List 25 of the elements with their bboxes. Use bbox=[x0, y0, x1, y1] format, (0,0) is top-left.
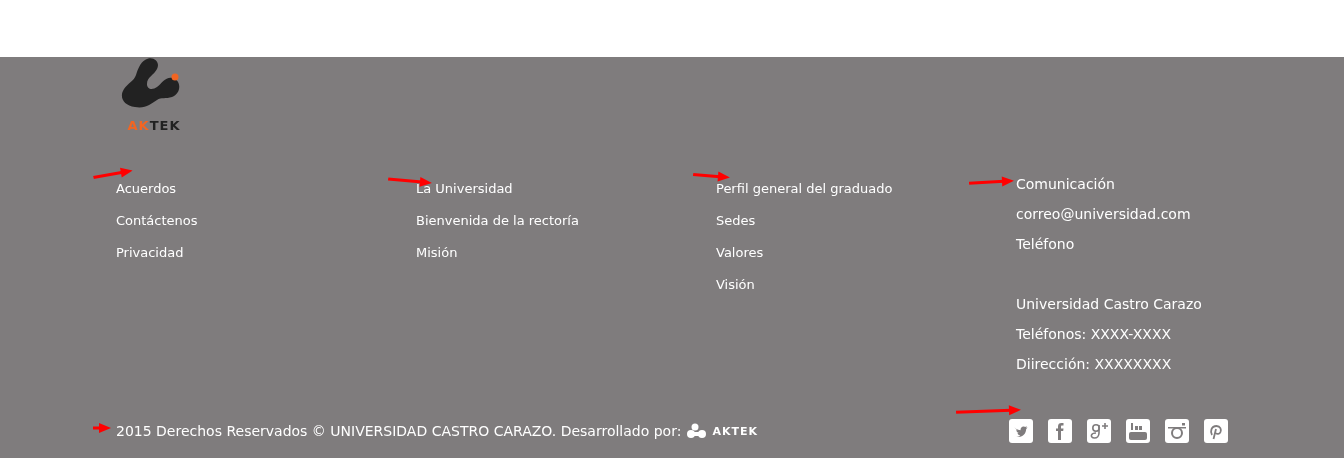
contact-text: Teléfono bbox=[1016, 235, 1076, 254]
contact-text: correo@universidad.com bbox=[1016, 205, 1192, 224]
facebook-icon[interactable] bbox=[1048, 419, 1072, 443]
footer-link[interactable]: Sedes bbox=[716, 205, 756, 237]
footer-link[interactable]: Visión bbox=[716, 269, 755, 301]
footer-link[interactable]: Misión bbox=[416, 237, 458, 269]
footer-link[interactable]: Contáctenos bbox=[116, 205, 198, 237]
contact-text: Comunicación bbox=[1016, 175, 1116, 194]
arrow-icon bbox=[93, 421, 111, 435]
copyright-text: 2015 Derechos Reservados © UNIVERSIDAD CASTRO CARAZO. Desarrollado por: bbox=[116, 423, 682, 439]
contact-text: Teléfonos: XXXX-XXXX bbox=[1016, 325, 1173, 344]
footer-link[interactable]: Perfil general del graduado bbox=[716, 173, 893, 205]
footer-link[interactable]: Acuerdos bbox=[116, 173, 177, 205]
pinterest-icon[interactable] bbox=[1204, 419, 1228, 443]
logo-text: AKTEK bbox=[127, 119, 181, 133]
footer-link[interactable]: La Universidad bbox=[416, 173, 513, 205]
brand-text: AKTEK bbox=[712, 424, 758, 438]
footer-link[interactable]: Bienvenida de la rectoría bbox=[416, 205, 579, 237]
footer-link[interactable]: Valores bbox=[716, 237, 764, 269]
twitter-icon[interactable] bbox=[1009, 419, 1033, 443]
google-plus-icon[interactable] bbox=[1087, 419, 1111, 443]
contact-text: Diirección: XXXXXXXX bbox=[1016, 355, 1173, 374]
camera-icon[interactable] bbox=[1165, 419, 1189, 443]
footer-link[interactable]: Privacidad bbox=[116, 237, 184, 269]
contact-text: Universidad Castro Carazo bbox=[1016, 295, 1202, 314]
